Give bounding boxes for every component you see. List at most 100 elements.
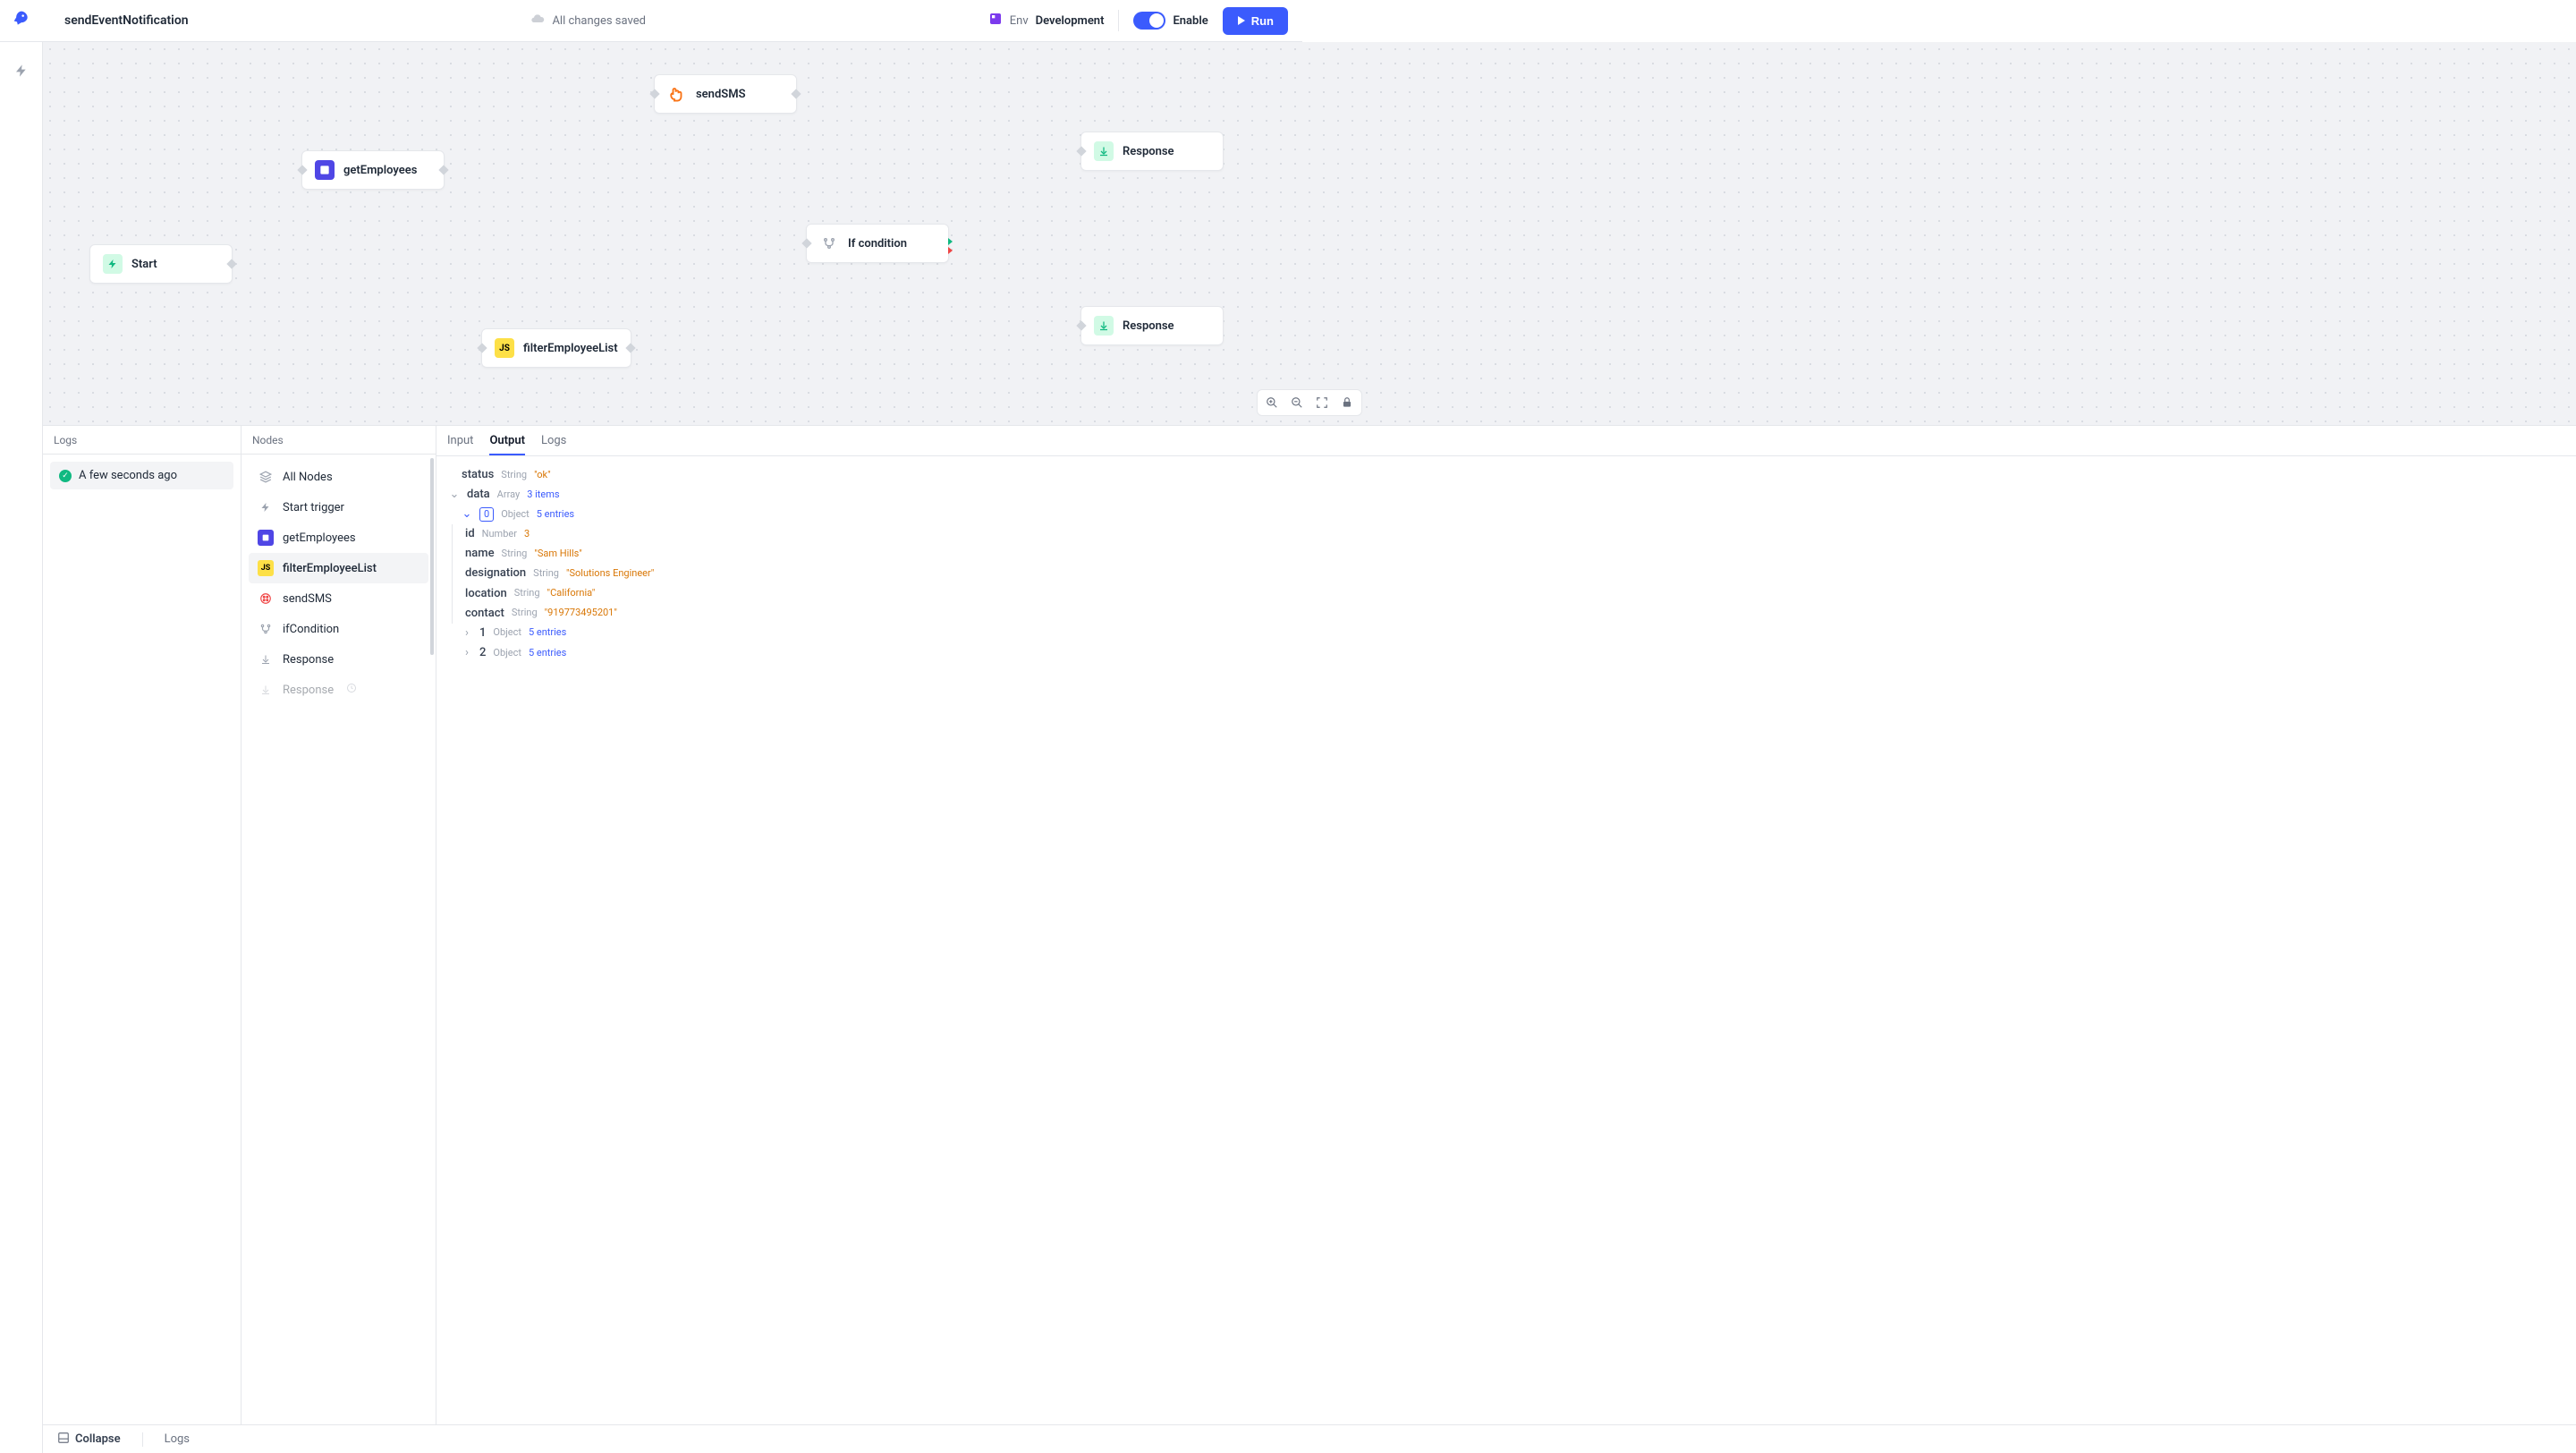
json-row-item0[interactable]: ⌄ 0 Object 5 entries [449,505,2563,524]
node-item-label: Response [283,684,334,697]
node-item-start[interactable]: Start trigger [249,492,428,523]
index-badge: 0 [479,507,494,522]
node-label: filterEmployeeList [523,342,618,355]
log-item[interactable]: A few seconds ago [50,462,233,489]
enable-label: Enable [1173,14,1208,28]
tab-logs[interactable]: Logs [541,427,566,455]
response-icon [258,651,274,667]
json-row-data[interactable]: ⌄ data Array 3 items [449,485,2563,505]
out-handle-false[interactable] [948,247,953,254]
response-icon [1094,141,1114,161]
out-handle-true[interactable] [948,238,953,245]
node-item-label: All Nodes [283,471,333,484]
node-label: getEmployees [343,164,417,177]
node-label: If condition [848,237,907,251]
bolt-icon [103,254,123,274]
workflow-canvas[interactable]: Start getEmployees JS filterEmployeeList… [43,42,2576,425]
caret-icon[interactable]: › [462,643,472,663]
topbar: sendEventNotification All changes saved … [0,0,1302,42]
out-handle[interactable] [226,259,236,268]
env-label: Env [1010,14,1029,28]
scrollbar[interactable] [430,458,434,655]
branch-icon [258,621,274,637]
json-row-item1[interactable]: › 1 Object 5 entries [449,624,2563,643]
fit-button[interactable] [1313,394,1331,412]
bolt-icon [258,499,274,515]
zoom-out-button[interactable] [1288,394,1306,412]
footer-logs[interactable]: Logs [165,1432,190,1446]
lock-button[interactable] [1338,394,1356,412]
out-handle[interactable] [791,89,801,98]
output-panel: Input Output Logs status String "ok" ⌄ d… [436,426,2576,1424]
in-handle[interactable] [297,165,307,174]
node-item-sendSMS[interactable]: sendSMS [249,583,428,614]
zoom-in-button[interactable] [1263,394,1281,412]
node-start[interactable]: Start [89,244,233,284]
in-handle[interactable] [477,343,487,353]
node-response-1[interactable]: Response [1080,132,1224,171]
twilio-icon [258,591,274,607]
json-tree: status String "ok" ⌄ data Array 3 items … [436,456,2576,672]
node-label: Response [1123,319,1174,333]
workflow-title: sendEventNotification [64,13,189,28]
caret-icon[interactable]: ⌄ [462,505,472,524]
node-item-response-2[interactable]: Response [249,675,428,705]
in-handle[interactable] [1076,320,1086,330]
caret-icon[interactable]: › [462,624,472,643]
run-button[interactable]: Run [1223,7,1288,35]
response-icon [258,682,274,698]
node-item-filterEmployeeList[interactable]: JS filterEmployeeList [249,553,428,583]
topbar-right: Env Development Enable Run [988,7,1288,35]
logo[interactable] [0,10,43,31]
divider [142,1432,143,1447]
env-selector[interactable]: Env Development [988,12,1105,30]
node-item-label: ifCondition [283,623,339,636]
node-item-response[interactable]: Response [249,644,428,675]
out-handle[interactable] [625,343,635,353]
bottom-panels: Logs A few seconds ago Nodes All Nodes S… [43,425,2576,1424]
logs-panel: Logs A few seconds ago [43,426,242,1424]
node-item-label: filterEmployeeList [283,562,377,575]
node-item-label: Start trigger [283,501,344,514]
json-row-status: status String "ok" [449,465,2563,485]
divider [1118,10,1119,31]
json-row-item2[interactable]: › 2 Object 5 entries [449,643,2563,663]
save-status-area: All changes saved [189,12,988,30]
tab-input[interactable]: Input [447,427,473,455]
js-icon: JS [495,338,514,358]
node-filterEmployeeList[interactable]: JS filterEmployeeList [481,328,631,368]
run-label: Run [1251,14,1274,28]
layers-icon [258,469,274,485]
node-response-2[interactable]: Response [1080,306,1224,345]
nodes-panel-header: Nodes [242,426,436,455]
node-item-ifCondition[interactable]: ifCondition [249,614,428,644]
enable-toggle[interactable] [1133,12,1165,30]
enable-toggle-group: Enable [1133,12,1208,30]
tab-output[interactable]: Output [489,427,525,455]
collapse-button[interactable]: Collapse [57,1432,121,1448]
log-label: A few seconds ago [79,469,177,482]
db-icon [315,160,335,180]
node-getEmployees[interactable]: getEmployees [301,150,445,190]
play-icon [1237,14,1246,28]
node-item-label: sendSMS [283,592,332,606]
logs-panel-header: Logs [43,426,241,455]
cloud-icon [530,12,545,30]
output-tabs: Input Output Logs [436,426,2576,456]
collapse-icon [57,1432,70,1448]
node-item-getEmployees[interactable]: getEmployees [249,523,428,553]
out-handle[interactable] [438,165,448,174]
in-handle[interactable] [649,89,659,98]
node-sendSMS[interactable]: sendSMS [654,74,797,114]
node-item-label: Response [283,653,334,667]
db-icon [258,530,274,546]
nodes-panel: Nodes All Nodes Start trigger getEmploye… [242,426,436,1424]
rail-bolt-icon[interactable] [7,56,36,85]
in-handle[interactable] [801,238,811,248]
in-handle[interactable] [1076,146,1086,156]
json-row-id: id Number 3 [465,524,2563,544]
node-item-all[interactable]: All Nodes [249,462,428,492]
node-ifCondition[interactable]: If condition [806,224,949,263]
save-status-text: All changes saved [552,14,646,28]
caret-icon[interactable]: ⌄ [449,485,460,505]
